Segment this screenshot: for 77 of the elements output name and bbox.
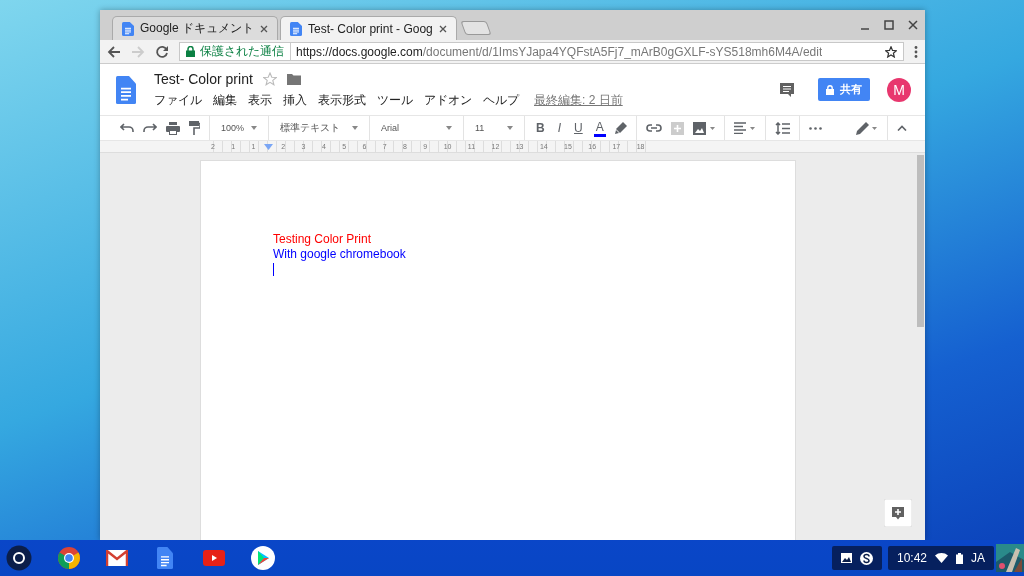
italic-button[interactable]: I <box>555 118 563 138</box>
dropdown[interactable]: 11 <box>473 118 515 138</box>
security-label: 保護された通信 <box>200 43 291 60</box>
menu-item[interactable]: 挿入 <box>283 91 307 109</box>
undo-icon[interactable] <box>120 123 134 133</box>
system-tray[interactable]: 10:42 JA <box>887 546 994 570</box>
text-line: With google chromebook <box>273 247 406 262</box>
menu-item[interactable]: 表示 <box>248 91 272 109</box>
line-spacing-icon[interactable] <box>774 121 790 135</box>
docs-icon[interactable] <box>157 547 173 569</box>
menu-item[interactable]: 表示形式 <box>318 91 366 109</box>
maximize-icon[interactable] <box>884 20 894 30</box>
text-color-button[interactable]: A <box>593 119 606 137</box>
underline-button[interactable]: U <box>572 118 585 138</box>
back-icon[interactable] <box>107 44 121 59</box>
dropdown[interactable]: 標準テキスト <box>278 118 360 138</box>
paint-roller-icon[interactable] <box>189 121 200 135</box>
lock-icon <box>186 46 195 57</box>
text-line: Testing Color Print <box>273 232 372 247</box>
share-button[interactable]: 共有 <box>818 78 870 101</box>
text-cursor <box>273 263 274 276</box>
wifi-icon <box>935 553 948 563</box>
reload-icon[interactable] <box>155 44 169 59</box>
explore-icon[interactable] <box>884 499 912 527</box>
redo-icon[interactable] <box>143 123 157 133</box>
video-play-icon[interactable] <box>203 550 225 566</box>
lock-icon <box>826 84 834 95</box>
collapse-icon[interactable] <box>897 125 907 131</box>
caret-icon <box>251 126 257 130</box>
comment-icon[interactable] <box>779 81 795 98</box>
browser-tab[interactable]: Test- Color print - Goog <box>280 16 457 40</box>
more-icon[interactable] <box>808 126 822 130</box>
play-store-icon[interactable] <box>251 546 275 570</box>
caret-icon <box>352 126 358 130</box>
indent-marker-icon[interactable] <box>263 143 273 150</box>
menu-item[interactable]: ファイル <box>154 91 202 109</box>
mail-icon[interactable] <box>106 550 128 566</box>
document-title[interactable]: Test- Color print <box>154 70 253 87</box>
url-text: https://docs.google.com/document/d/1ImsYJapa4YQFstA5Fj7_mArB0gGXLF-sYS518mh6M4A/edit <box>296 44 823 59</box>
docs-icon <box>122 21 134 36</box>
image-icon[interactable] <box>692 121 715 135</box>
scrollbar-thumb[interactable] <box>917 155 924 327</box>
battery-icon <box>956 552 963 564</box>
menu-item[interactable]: 編集 <box>213 91 237 109</box>
docs-icon <box>290 21 303 36</box>
star-icon[interactable] <box>262 71 277 86</box>
caret-icon <box>446 126 452 130</box>
status-tray[interactable] <box>831 546 882 570</box>
input-method: JA <box>971 551 985 565</box>
menu-item[interactable]: ツール <box>377 91 413 109</box>
align-left-icon[interactable] <box>733 122 756 134</box>
account-avatar[interactable]: M <box>887 77 911 102</box>
chrome-icon[interactable] <box>58 547 80 569</box>
pencil-icon[interactable] <box>856 121 878 135</box>
caret-icon <box>507 126 513 130</box>
browser-tab[interactable]: Google ドキュメント <box>112 16 279 40</box>
close-icon[interactable] <box>260 24 269 33</box>
menu-item[interactable]: ヘルプ <box>483 91 519 109</box>
close-icon[interactable] <box>438 24 447 33</box>
close-icon[interactable] <box>908 20 918 30</box>
dropdown[interactable]: 100% <box>219 118 259 138</box>
dropdown[interactable]: Arial <box>379 118 454 138</box>
docs-logo-icon[interactable] <box>116 75 136 104</box>
star-icon[interactable] <box>885 45 897 58</box>
image-icon <box>840 553 852 563</box>
address-field[interactable]: 保護された通信 https://docs.google.com/document/d/1ImsYJapa4YQFstA5Fj7_mArB0gGXLF-sYS518mh6M4A/edit <box>179 42 904 61</box>
chat-app-icon <box>859 551 873 565</box>
print-icon[interactable] <box>166 121 180 135</box>
folder-icon[interactable] <box>286 72 301 85</box>
menu-icon[interactable] <box>914 44 918 59</box>
last-edit-link[interactable]: 最終編集: 2 日前 <box>534 91 623 109</box>
menu-item[interactable]: アドオン <box>424 91 472 109</box>
link-icon[interactable] <box>645 124 662 132</box>
highlighter-icon[interactable] <box>614 122 627 134</box>
launcher-icon[interactable] <box>6 545 32 571</box>
clock: 10:42 <box>896 551 927 565</box>
bold-button[interactable]: B <box>534 118 547 138</box>
